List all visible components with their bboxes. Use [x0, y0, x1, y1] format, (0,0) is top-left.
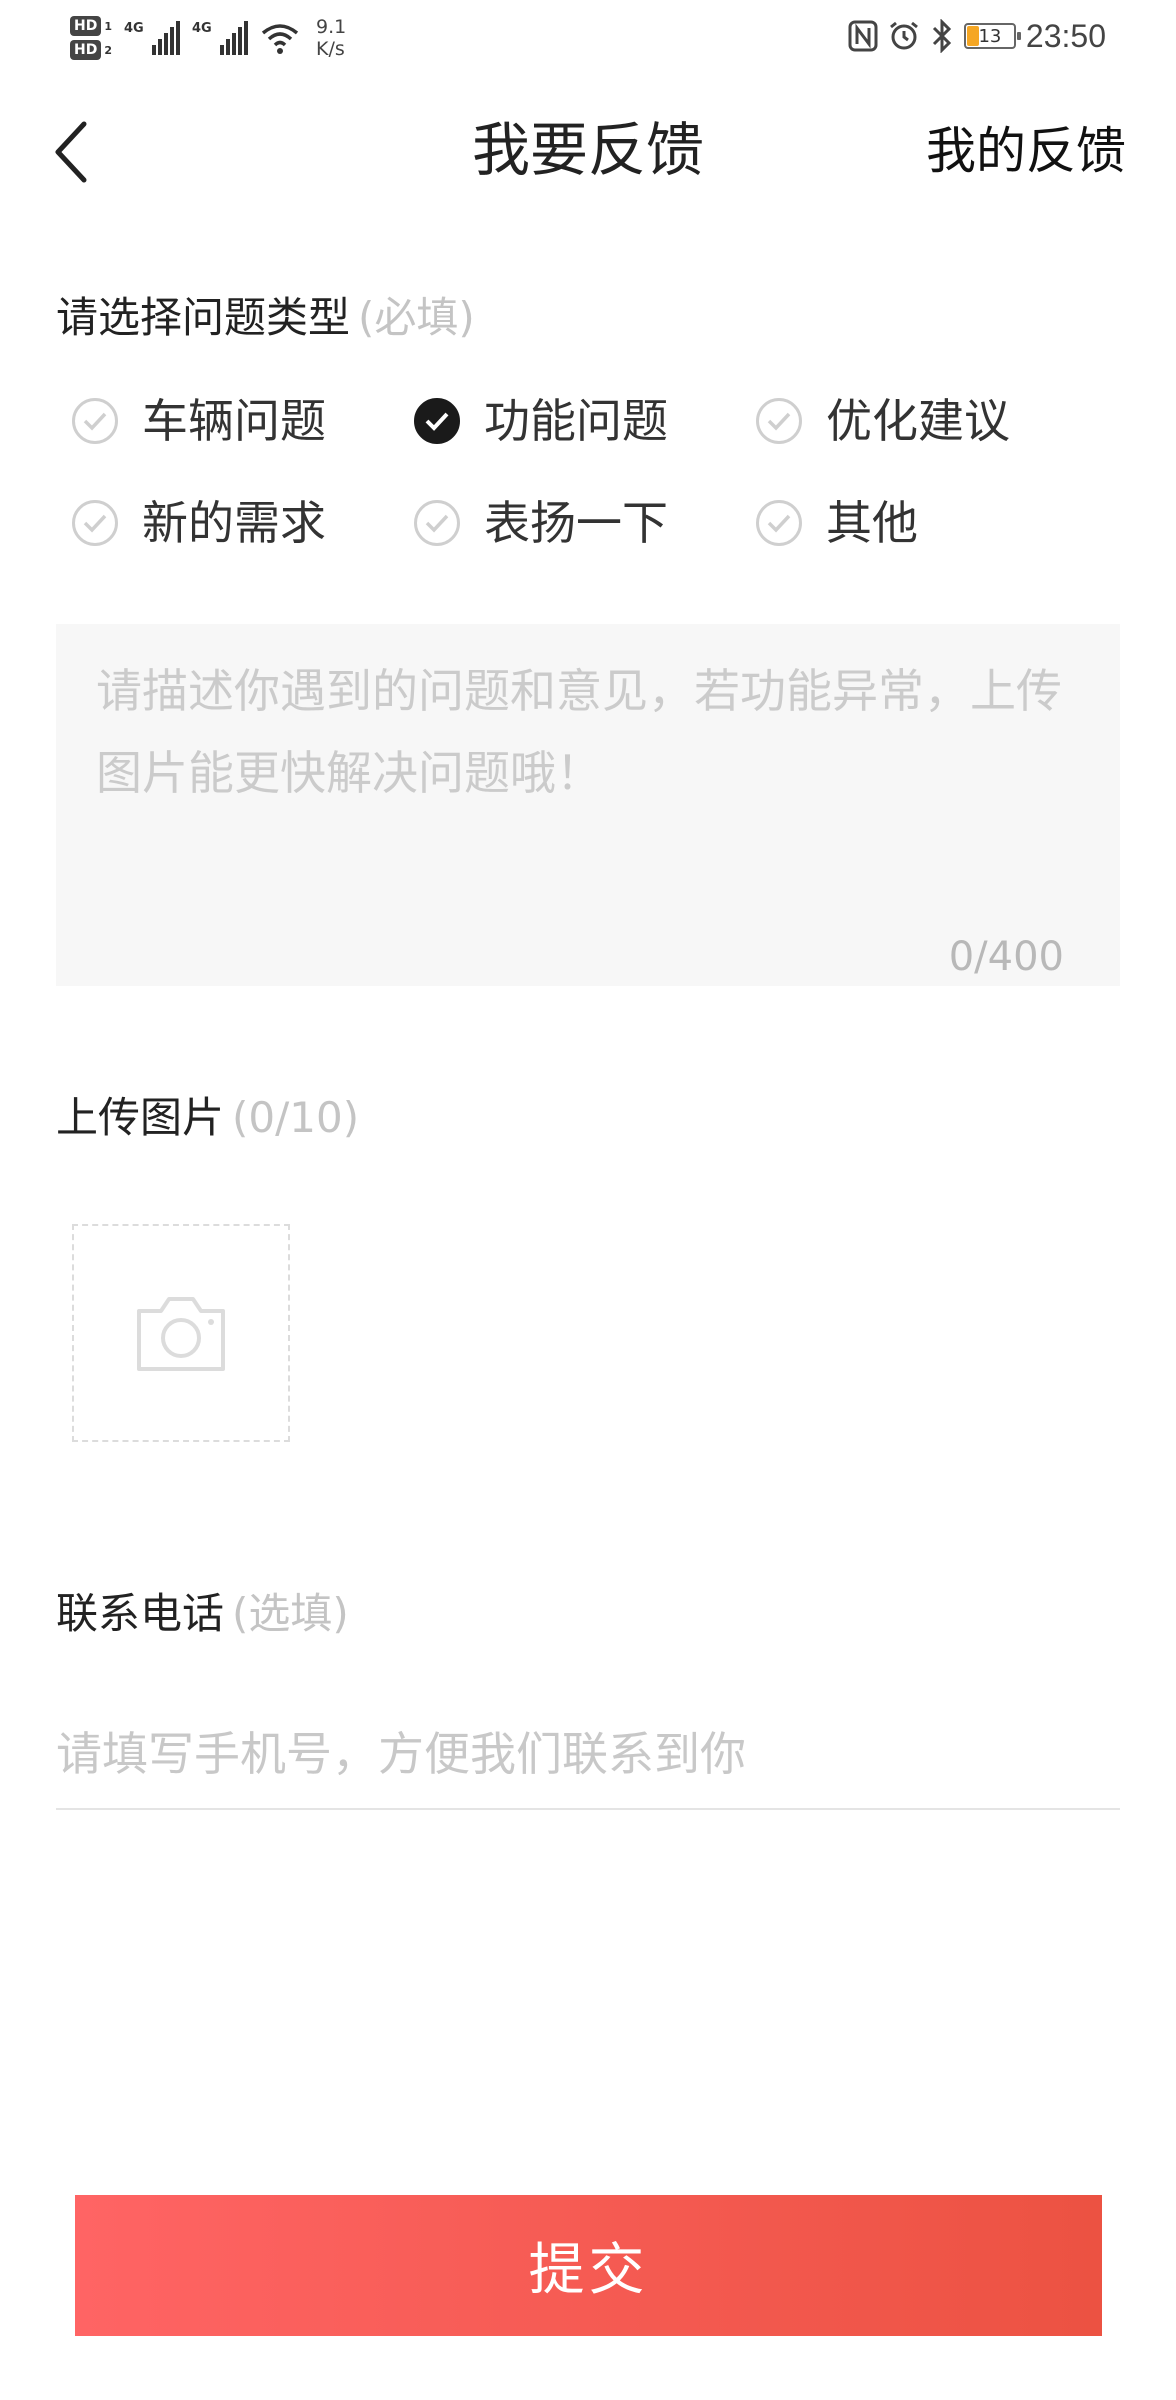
network-type: 4G	[192, 21, 212, 36]
signal-icon: 4G	[124, 21, 180, 55]
camera-icon	[137, 1297, 225, 1371]
check-circle-icon	[756, 500, 802, 546]
nfc-icon	[848, 20, 878, 52]
check-circle-icon	[72, 398, 118, 444]
option-label: 优化建议	[826, 394, 1010, 448]
character-counter: 0/400	[948, 934, 1064, 980]
option-label: 其他	[826, 496, 918, 550]
check-circle-icon	[756, 398, 802, 444]
option-praise[interactable]: 表扬一下	[414, 497, 756, 549]
option-other[interactable]: 其他	[756, 497, 1098, 549]
status-bar: HD 1 HD 2 4G 4G 9.1 K/s 13 23:50	[0, 0, 1176, 72]
required-hint: (必填)	[358, 293, 475, 342]
signal-icon: 4G	[192, 21, 248, 55]
clock: 23:50	[1025, 17, 1106, 54]
submit-button[interactable]: 提交	[75, 2195, 1102, 2336]
battery-level: 13	[978, 25, 1002, 47]
back-button[interactable]	[50, 112, 110, 192]
optional-hint: (选填)	[232, 1589, 349, 1638]
status-right: 13 23:50	[848, 14, 1106, 58]
contact-title: 联系电话	[56, 1589, 225, 1638]
sim2-indicator: HD 2	[70, 40, 112, 60]
add-image-button[interactable]	[72, 1224, 290, 1442]
network-type: 4G	[124, 21, 144, 36]
hd-badge: HD	[70, 16, 102, 36]
chevron-left-icon	[55, 121, 87, 183]
option-label: 新的需求	[142, 496, 326, 550]
option-label: 功能问题	[484, 394, 668, 448]
contact-label: 联系电话 (选填)	[56, 1584, 349, 1644]
wifi-icon	[261, 24, 299, 54]
option-label: 车辆问题	[142, 394, 326, 448]
problem-type-title: 请选择问题类型	[56, 293, 351, 342]
speed-value: 9.1	[316, 16, 347, 38]
sim-indicators: HD 1 HD 2	[70, 16, 112, 60]
check-circle-icon	[72, 500, 118, 546]
option-vehicle-issue[interactable]: 车辆问题	[72, 395, 414, 447]
battery-icon: 13	[963, 23, 1021, 49]
option-function-issue[interactable]: 功能问题	[414, 395, 756, 447]
option-label: 表扬一下	[484, 496, 668, 550]
hd-badge: HD	[70, 40, 102, 60]
option-optimization-suggestion[interactable]: 优化建议	[756, 395, 1098, 447]
sim2-number: 2	[104, 43, 112, 57]
sim1-indicator: HD 1	[70, 16, 112, 36]
check-circle-filled-icon	[414, 398, 460, 444]
check-circle-icon	[414, 500, 460, 546]
problem-type-options: 车辆问题 功能问题 优化建议 新的需求 表扬一下 其他	[72, 395, 1122, 549]
speed-unit: K/s	[316, 38, 345, 60]
alarm-icon	[889, 21, 918, 50]
bluetooth-icon	[932, 19, 952, 53]
option-new-requirement[interactable]: 新的需求	[72, 497, 414, 549]
my-feedback-link[interactable]: 我的反馈	[926, 115, 1126, 187]
problem-type-label: 请选择问题类型 (必填)	[56, 288, 475, 348]
status-left: HD 1 HD 2 4G 4G 9.1 K/s	[70, 8, 346, 68]
upload-label: 上传图片 (0/10)	[56, 1088, 359, 1148]
phone-input[interactable]	[56, 1700, 1120, 1810]
upload-title: 上传图片	[56, 1093, 225, 1142]
network-speed: 9.1 K/s	[316, 16, 346, 60]
sim1-number: 1	[104, 19, 112, 33]
upload-count: (0/10)	[232, 1093, 360, 1142]
